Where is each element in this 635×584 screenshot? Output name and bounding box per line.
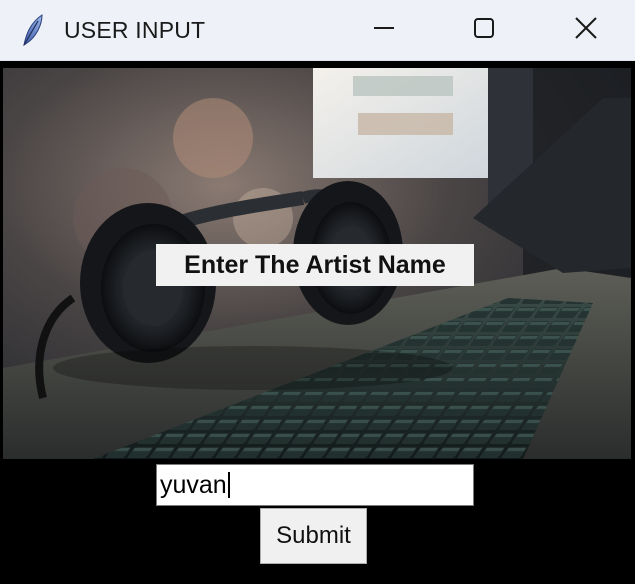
minimize-button[interactable] (338, 0, 430, 60)
minimize-icon (372, 16, 396, 45)
title-bar[interactable]: USER INPUT (0, 0, 635, 61)
window-title: USER INPUT (64, 17, 206, 43)
artist-name-input[interactable]: yuvan (156, 464, 474, 506)
artist-name-value: yuvan (160, 471, 227, 499)
submit-button[interactable]: Submit (260, 508, 367, 564)
close-icon (574, 16, 598, 45)
feather-icon (20, 13, 46, 47)
close-button[interactable] (540, 0, 632, 60)
artist-name-prompt: Enter The Artist Name (156, 244, 474, 286)
app-window: USER INPUT Enter The Artist Name yuvan S… (0, 0, 635, 584)
text-caret (227, 472, 230, 498)
maximize-icon (472, 16, 496, 45)
maximize-button[interactable] (438, 0, 530, 60)
